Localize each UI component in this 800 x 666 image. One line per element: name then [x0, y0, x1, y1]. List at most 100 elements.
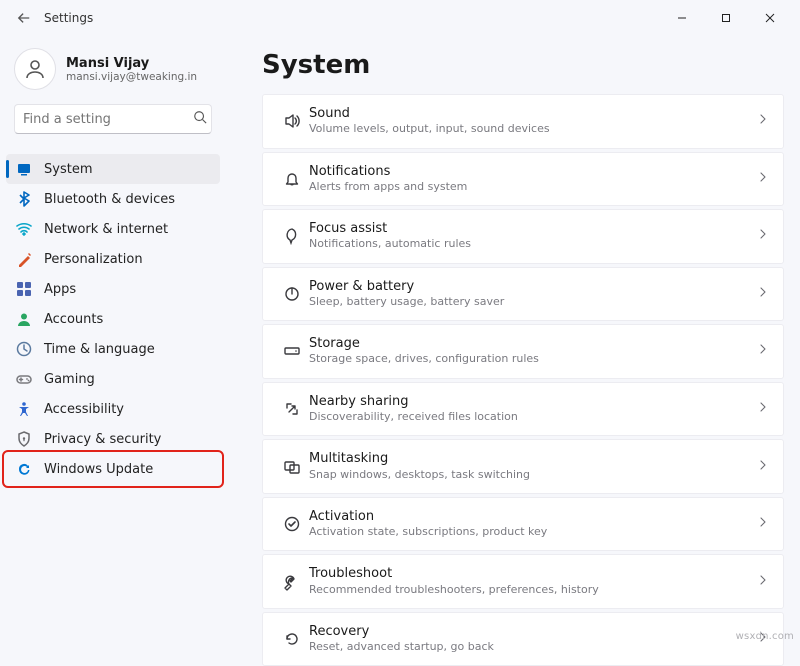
sidebar: Mansi Vijay mansi.vijay@tweaking.in Syst… — [0, 36, 226, 666]
settings-card-recovery[interactable]: RecoveryReset, advanced startup, go back — [262, 612, 784, 666]
window-title: Settings — [44, 11, 93, 25]
chevron-right-icon — [757, 574, 769, 590]
card-title: Storage — [309, 336, 757, 352]
sidebar-item-network-internet[interactable]: Network & internet — [6, 214, 220, 244]
sidebar-item-label: Network & internet — [44, 222, 168, 237]
system-icon — [16, 161, 32, 177]
watermark: wsxdn.com — [736, 631, 794, 642]
card-title: Focus assist — [309, 221, 757, 237]
window-controls — [660, 4, 792, 32]
back-button[interactable] — [14, 8, 34, 28]
sidebar-item-label: Bluetooth & devices — [44, 192, 175, 207]
card-desc: Volume levels, output, input, sound devi… — [309, 122, 757, 136]
card-title: Power & battery — [309, 279, 757, 295]
sidebar-item-accessibility[interactable]: Accessibility — [6, 394, 220, 424]
main-content: System SoundVolume levels, output, input… — [226, 36, 800, 666]
bluetooth-icon — [16, 191, 32, 207]
settings-card-notifications[interactable]: NotificationsAlerts from apps and system — [262, 152, 784, 207]
minimize-button[interactable] — [660, 4, 704, 32]
card-title: Sound — [309, 106, 757, 122]
apps-icon — [16, 281, 32, 297]
settings-card-focus-assist[interactable]: Focus assistNotifications, automatic rul… — [262, 209, 784, 264]
sidebar-item-gaming[interactable]: Gaming — [6, 364, 220, 394]
activation-icon — [275, 515, 309, 533]
settings-list: SoundVolume levels, output, input, sound… — [262, 94, 784, 666]
search-box[interactable] — [14, 104, 212, 134]
card-desc: Discoverability, received files location — [309, 410, 757, 424]
sidebar-item-time-language[interactable]: Time & language — [6, 334, 220, 364]
chevron-right-icon — [757, 113, 769, 129]
sidebar-item-label: Accessibility — [44, 402, 124, 417]
settings-card-multitasking[interactable]: MultitaskingSnap windows, desktops, task… — [262, 439, 784, 494]
user-email: mansi.vijay@tweaking.in — [66, 71, 197, 83]
card-desc: Notifications, automatic rules — [309, 237, 757, 251]
card-title: Multitasking — [309, 451, 757, 467]
card-desc: Sleep, battery usage, battery saver — [309, 295, 757, 309]
focus-assist-icon — [275, 227, 309, 245]
sidebar-item-label: Personalization — [44, 252, 143, 267]
card-desc: Alerts from apps and system — [309, 180, 757, 194]
settings-card-activation[interactable]: ActivationActivation state, subscription… — [262, 497, 784, 552]
settings-card-sound[interactable]: SoundVolume levels, output, input, sound… — [262, 94, 784, 149]
gaming-icon — [16, 371, 32, 387]
sidebar-item-label: Windows Update — [44, 462, 153, 477]
sidebar-item-windows-update[interactable]: Windows Update — [6, 454, 220, 484]
card-title: Troubleshoot — [309, 566, 757, 582]
settings-card-troubleshoot[interactable]: TroubleshootRecommended troubleshooters,… — [262, 554, 784, 609]
recovery-icon — [275, 630, 309, 648]
multitask-icon — [275, 458, 309, 476]
sidebar-item-privacy-security[interactable]: Privacy & security — [6, 424, 220, 454]
sidebar-item-apps[interactable]: Apps — [6, 274, 220, 304]
wifi-icon — [16, 221, 32, 237]
sidebar-item-personalization[interactable]: Personalization — [6, 244, 220, 274]
nearby-icon — [275, 400, 309, 418]
chevron-right-icon — [757, 343, 769, 359]
sidebar-item-label: Privacy & security — [44, 432, 161, 447]
troubleshoot-icon — [275, 573, 309, 591]
settings-card-nearby-sharing[interactable]: Nearby sharingDiscoverability, received … — [262, 382, 784, 437]
maximize-button[interactable] — [704, 4, 748, 32]
card-desc: Reset, advanced startup, go back — [309, 640, 757, 654]
sidebar-item-label: Time & language — [44, 342, 155, 357]
sidebar-item-label: System — [44, 162, 92, 177]
close-button[interactable] — [748, 4, 792, 32]
personalization-icon — [16, 251, 32, 267]
card-desc: Storage space, drives, configuration rul… — [309, 352, 757, 366]
chevron-right-icon — [757, 459, 769, 475]
sidebar-item-label: Apps — [44, 282, 76, 297]
titlebar: Settings — [0, 0, 800, 36]
sidebar-item-label: Accounts — [44, 312, 103, 327]
avatar — [14, 48, 56, 90]
privacy-icon — [16, 431, 32, 447]
card-title: Recovery — [309, 624, 757, 640]
settings-card-power-battery[interactable]: Power & batterySleep, battery usage, bat… — [262, 267, 784, 322]
card-desc: Recommended troubleshooters, preferences… — [309, 583, 757, 597]
card-title: Nearby sharing — [309, 394, 757, 410]
sound-icon — [275, 112, 309, 130]
settings-card-storage[interactable]: StorageStorage space, drives, configurat… — [262, 324, 784, 379]
chevron-right-icon — [757, 228, 769, 244]
card-desc: Activation state, subscriptions, product… — [309, 525, 757, 539]
notifications-icon — [275, 170, 309, 188]
card-desc: Snap windows, desktops, task switching — [309, 468, 757, 482]
chevron-right-icon — [757, 516, 769, 532]
chevron-right-icon — [757, 286, 769, 302]
user-block[interactable]: Mansi Vijay mansi.vijay@tweaking.in — [0, 40, 226, 104]
update-icon — [16, 461, 32, 477]
storage-icon — [275, 342, 309, 360]
power-icon — [275, 285, 309, 303]
chevron-right-icon — [757, 401, 769, 417]
sidebar-item-accounts[interactable]: Accounts — [6, 304, 220, 334]
card-title: Notifications — [309, 164, 757, 180]
sidebar-item-bluetooth-devices[interactable]: Bluetooth & devices — [6, 184, 220, 214]
user-name: Mansi Vijay — [66, 56, 197, 71]
chevron-right-icon — [757, 171, 769, 187]
search-input[interactable] — [23, 112, 193, 127]
card-title: Activation — [309, 509, 757, 525]
page-title: System — [262, 50, 784, 80]
sidebar-item-label: Gaming — [44, 372, 95, 387]
time-language-icon — [16, 341, 32, 357]
accessibility-icon — [16, 401, 32, 417]
nav: System Bluetooth & devices Network & inter… — [0, 148, 226, 490]
sidebar-item-system[interactable]: System — [6, 154, 220, 184]
